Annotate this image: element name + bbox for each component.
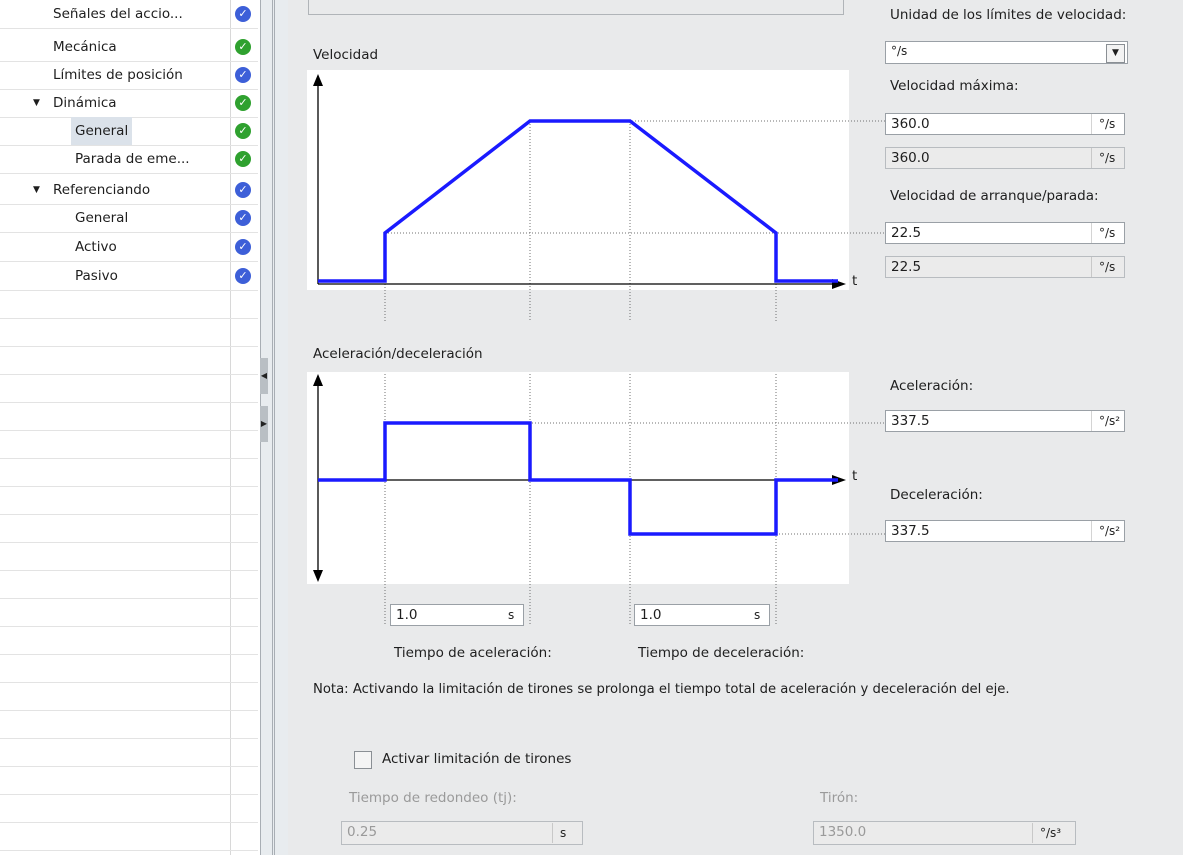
- start-stop-velocity-readonly: 22.5 °/s: [885, 256, 1125, 278]
- ok-check-icon: ✓: [235, 39, 251, 55]
- dynamics-general-panel: Velocidad Aceleración/deceleración t t U…: [288, 0, 1183, 855]
- unit-label: °/s: [1091, 114, 1125, 134]
- accel-y-axis-up-arrow-icon: [313, 374, 323, 386]
- acceleration-profile-curve: [318, 421, 838, 536]
- unit-label: s: [508, 608, 515, 622]
- info-check-icon: ✓: [235, 210, 251, 226]
- rounding-time-input[interactable]: 0.25 s: [341, 821, 583, 845]
- tree-item-label: Pasivo: [75, 268, 118, 284]
- start-stop-velocity-label: Velocidad de arranque/parada:: [890, 188, 1099, 204]
- max-velocity-label: Velocidad máxima:: [890, 78, 1019, 94]
- deceleration-time-label: Tiempo de deceleración:: [638, 645, 805, 661]
- accel-t-label: t: [852, 468, 858, 484]
- tree-item-label: Señales del accio...: [53, 6, 183, 22]
- tree-item-label: General: [71, 117, 133, 145]
- jerk-input[interactable]: 1350.0 °/s³: [813, 821, 1076, 845]
- velocity-t-label: t: [852, 273, 858, 289]
- jerk-limit-checkbox-label[interactable]: Activar limitación de tirones: [382, 751, 571, 767]
- expand-arrow-icon[interactable]: ▼: [33, 176, 40, 204]
- unit-label: s: [754, 608, 761, 622]
- unit-label: s: [552, 823, 586, 843]
- jerk-limit-checkbox[interactable]: [354, 751, 372, 769]
- rounding-time-label: Tiempo de redondeo (tj):: [349, 790, 517, 806]
- tree-item-mecanica[interactable]: Mecánica ✓: [0, 33, 258, 61]
- info-check-icon: ✓: [235, 6, 251, 22]
- speed-unit-select[interactable]: °/s ▼: [885, 41, 1128, 64]
- unit-label: °/s²: [1091, 411, 1125, 431]
- jerk-label: Tirón:: [820, 790, 859, 806]
- unit-label: °/s³: [1032, 823, 1066, 843]
- deceleration-input[interactable]: 337.5 °/s²: [885, 520, 1125, 542]
- collapse-left-icon[interactable]: ◀: [260, 358, 268, 394]
- tree-item-parada-emergencia[interactable]: Parada de eme... ✓: [0, 145, 258, 173]
- tree-item-label: Mecánica: [53, 39, 117, 55]
- ok-check-icon: ✓: [235, 151, 251, 167]
- tree-item-referenciando-general[interactable]: General ✓: [0, 204, 258, 232]
- tree-item-dinamica[interactable]: ▼ Dinámica ✓: [0, 89, 258, 117]
- acceleration-input[interactable]: 337.5 °/s²: [885, 410, 1125, 432]
- expand-arrow-icon[interactable]: ▼: [33, 89, 40, 117]
- velocity-y-axis-arrow-icon: [313, 74, 323, 86]
- info-check-icon: ✓: [235, 268, 251, 284]
- start-stop-velocity-input[interactable]: 22.5 °/s: [885, 222, 1125, 244]
- unit-label: °/s: [1091, 257, 1125, 277]
- unit-label: °/s: [1091, 223, 1125, 243]
- unit-label: °/s²: [1091, 521, 1125, 541]
- speed-unit-label: Unidad de los límites de velocidad:: [890, 7, 1127, 23]
- ok-check-icon: ✓: [235, 95, 251, 111]
- tree-item-label: Activo: [75, 239, 117, 255]
- tree-item-label: General: [75, 210, 129, 226]
- tree-item-referenciando[interactable]: ▼ Referenciando ✓: [0, 176, 258, 204]
- tree-item-activo[interactable]: Activo ✓: [0, 233, 258, 261]
- tree-item-label: Límites de posición: [53, 67, 183, 83]
- jerk-note: Nota: Activando la limitación de tirones…: [313, 682, 1010, 697]
- tree-item-label: Parada de eme...: [75, 151, 190, 167]
- velocity-profile-curve: [318, 119, 838, 283]
- deceleration-label: Deceleración:: [890, 487, 983, 503]
- acceleration-label: Aceleración:: [890, 378, 974, 394]
- tree-item-limites-posicion[interactable]: Límites de posición ✓: [0, 61, 258, 89]
- tree-item-senales[interactable]: Señales del accio... ✓: [0, 0, 258, 28]
- accel-y-axis-down-arrow-icon: [313, 570, 323, 582]
- acceleration-time-input[interactable]: 1.0 s: [390, 604, 524, 626]
- info-check-icon: ✓: [235, 67, 251, 83]
- ok-check-icon: ✓: [235, 123, 251, 139]
- tree-item-dinamica-general[interactable]: General ✓: [0, 117, 258, 145]
- panel-splitter[interactable]: ◀ ▶: [260, 0, 288, 855]
- max-velocity-input[interactable]: 360.0 °/s: [885, 113, 1125, 135]
- info-check-icon: ✓: [235, 239, 251, 255]
- info-check-icon: ✓: [235, 182, 251, 198]
- expand-right-icon[interactable]: ▶: [260, 406, 268, 442]
- tree-item-label: Referenciando: [53, 182, 151, 198]
- dropdown-arrow-icon[interactable]: ▼: [1106, 44, 1125, 63]
- unit-label: °/s: [1091, 148, 1125, 168]
- navigation-tree: Señales del accio... ✓ Mecánica ✓ Límite…: [0, 0, 260, 855]
- tree-item-pasivo[interactable]: Pasivo ✓: [0, 262, 258, 290]
- acceleration-time-label: Tiempo de aceleración:: [394, 645, 552, 661]
- tree-item-label: Dinámica: [53, 95, 117, 111]
- max-velocity-readonly: 360.0 °/s: [885, 147, 1125, 169]
- deceleration-time-input[interactable]: 1.0 s: [634, 604, 770, 626]
